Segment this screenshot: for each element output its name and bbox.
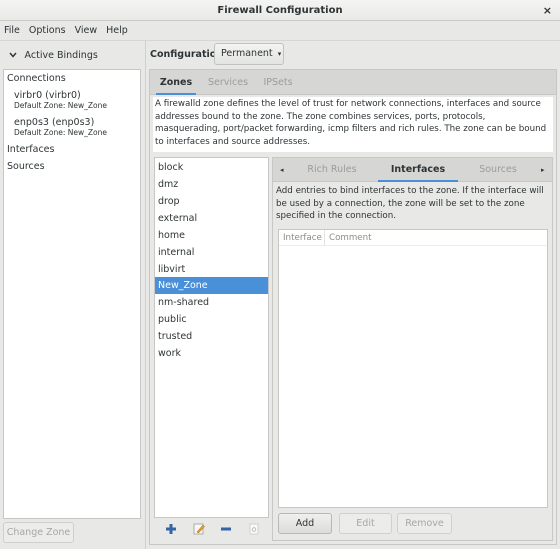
connection-item[interactable]: virbr0 (virbr0) Default Zone: New_Zone [14,90,107,110]
connection-zone: Default Zone: New_Zone [14,101,107,110]
change-zone-button[interactable]: Change Zone [3,522,74,543]
tab-zones[interactable]: Zones [156,70,196,95]
interfaces-description: Add entries to bind interfaces to the zo… [276,186,544,221]
sources-heading[interactable]: Sources [7,161,45,172]
zone-toolbar [154,519,269,541]
table-header: Interface Comment [279,230,547,246]
zone-item[interactable]: dmz [155,176,268,193]
main-notebook: Zones Services IPSets A firewalld zone d… [149,69,557,545]
zone-item[interactable]: external [155,210,268,227]
load-defaults-icon[interactable] [247,522,261,536]
zone-item[interactable]: libvirt [155,261,268,278]
window-title: Firewall Configuration [217,5,343,16]
connection-zone: Default Zone: New_Zone [14,128,107,137]
remove-zone-icon[interactable] [219,522,233,536]
menu-help[interactable]: Help [106,25,128,36]
active-bindings-label: Active Bindings [24,50,98,61]
zone-item[interactable]: internal [155,244,268,261]
active-bindings-pane: Active Bindings Connections virbr0 (virb… [0,41,146,549]
chevron-down-icon [9,51,20,60]
add-interface-button[interactable]: Add [278,513,332,534]
zone-item[interactable]: block [155,159,268,176]
zone-item[interactable]: work [155,345,268,362]
zone-description: A firewalld zone defines the level of tr… [153,97,553,152]
column-header-interface[interactable]: Interface [279,230,324,246]
configuration-dropdown[interactable]: Permanent ▾ [214,43,284,65]
configuration-value: Permanent [221,48,273,59]
close-icon[interactable]: × [543,0,552,21]
column-header-comment[interactable]: Comment [324,230,372,246]
edit-zone-icon[interactable] [192,522,206,536]
remove-interface-button[interactable]: Remove [397,513,452,534]
connections-heading[interactable]: Connections [7,73,66,84]
zone-tab-bar: ◂ Rich Rules Interfaces Sources ▸ [273,158,552,182]
menu-file[interactable]: File [4,25,20,36]
menu-view[interactable]: View [75,25,98,36]
connection-name: virbr0 (virbr0) [14,90,81,101]
zone-list: block dmz drop external home internal li… [154,157,269,518]
add-zone-icon[interactable] [164,522,178,536]
edit-interface-button[interactable]: Edit [339,513,392,534]
zone-item[interactable]: nm-shared [155,294,268,311]
zone-item[interactable]: public [155,311,268,328]
zone-item[interactable]: drop [155,193,268,210]
zone-item-selected[interactable]: New_Zone [155,277,268,294]
title-bar: Firewall Configuration × [0,0,560,21]
tab-interfaces[interactable]: Interfaces [378,158,458,182]
dropdown-arrow-icon: ▾ [277,50,282,58]
menu-bar: File Options View Help [0,21,560,41]
tab-scroll-right-icon[interactable]: ▸ [541,158,545,182]
zone-settings-notebook: ◂ Rich Rules Interfaces Sources ▸ Add en… [272,157,553,541]
tab-rich-rules[interactable]: Rich Rules [303,158,361,182]
tab-scroll-left-icon[interactable]: ◂ [280,158,284,182]
zone-item[interactable]: trusted [155,328,268,345]
tab-services[interactable]: Services [206,70,250,95]
interfaces-heading[interactable]: Interfaces [7,144,54,155]
connection-name: enp0s3 (enp0s3) [14,117,95,128]
menu-options[interactable]: Options [29,25,66,36]
main-tab-bar: Zones Services IPSets [150,70,556,95]
interfaces-table[interactable]: Interface Comment [278,229,548,508]
zone-item[interactable]: home [155,227,268,244]
tab-ipsets[interactable]: IPSets [260,70,296,95]
tab-sources[interactable]: Sources [473,158,523,182]
bindings-list: Connections virbr0 (virbr0) Default Zone… [3,69,141,519]
connection-item[interactable]: enp0s3 (enp0s3) Default Zone: New_Zone [14,117,107,137]
active-bindings-toggle[interactable]: Active Bindings [9,50,98,61]
